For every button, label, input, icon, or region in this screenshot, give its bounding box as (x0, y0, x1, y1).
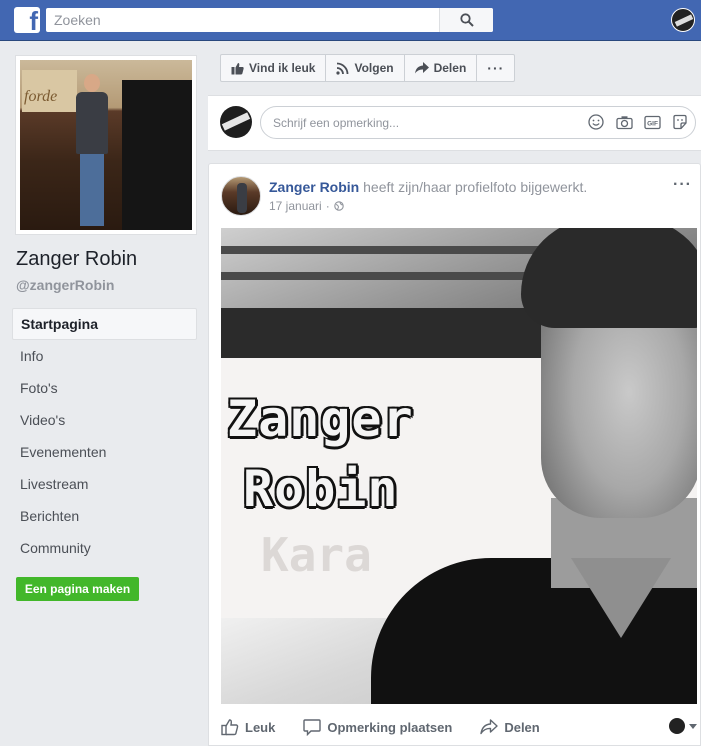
sticker-icon[interactable] (671, 113, 689, 131)
post-comment-label: Opmerking plaatsen (327, 719, 453, 735)
comment-input[interactable] (261, 107, 561, 138)
post-author-link[interactable]: Zanger Robin (269, 179, 359, 195)
rss-icon (336, 62, 349, 75)
post-action-text: heeft zijn/haar profielfoto bijgewerkt. (359, 179, 588, 195)
main-column: Vind ik leuk Volgen Delen ··· GIF (208, 41, 701, 746)
comment-tools: GIF (587, 113, 689, 131)
singer-figure (72, 74, 112, 229)
photo-collar (571, 558, 671, 638)
follow-label: Volgen (354, 61, 394, 75)
post-as-selector[interactable] (669, 718, 697, 734)
search-input[interactable] (46, 8, 446, 32)
nav-item-info[interactable]: Info (12, 340, 197, 372)
comment-composer: GIF (208, 95, 701, 151)
meta-separator: · (325, 199, 330, 213)
more-options-button[interactable]: ··· (477, 55, 514, 81)
comment-field-wrapper: GIF (260, 106, 696, 139)
profile-picture-image: forde (20, 60, 192, 230)
emoji-icon[interactable] (587, 113, 605, 131)
search-box (46, 8, 493, 32)
post-share-button[interactable]: Delen (480, 719, 540, 735)
search-icon (459, 13, 474, 27)
photo-background-text: Kara (261, 528, 372, 582)
post-card: Zanger Robin heeft zijn/haar profielfoto… (208, 163, 701, 746)
photo-caption-line-1: Zanger (227, 390, 414, 448)
svg-text:GIF: GIF (647, 120, 658, 127)
logo-letter: f (29, 7, 38, 33)
post-like-button[interactable]: Leuk (221, 718, 275, 736)
post-action-bar: Leuk Opmerking plaatsen Delen (221, 712, 697, 742)
post-comment-button[interactable]: Opmerking plaatsen (303, 718, 452, 736)
gif-icon[interactable]: GIF (643, 113, 661, 131)
nav-item-videos[interactable]: Video's (12, 404, 197, 436)
follow-button[interactable]: Volgen (326, 55, 405, 81)
page-handle[interactable]: @zangerRobin (16, 277, 114, 293)
chevron-down-icon (689, 723, 697, 729)
facebook-logo-icon[interactable]: f (14, 7, 40, 33)
nav-item-startpagina[interactable]: Startpagina (12, 308, 197, 340)
page-title[interactable]: Zanger Robin (16, 248, 137, 271)
share-arrow-icon (414, 62, 429, 74)
photo-rail (221, 246, 551, 254)
post-share-label: Delen (504, 719, 540, 735)
post-options-button[interactable]: ··· (673, 176, 692, 194)
share-outline-icon (480, 719, 499, 735)
nav-item-fotos[interactable]: Foto's (12, 372, 197, 404)
page-action-bar: Vind ik leuk Volgen Delen ··· (220, 54, 516, 82)
like-page-label: Vind ik leuk (249, 61, 316, 75)
create-page-button[interactable]: Een pagina maken (16, 577, 139, 601)
post-date[interactable]: 17 januari (269, 199, 322, 213)
speaker-stack (122, 80, 192, 230)
photo-caption-line-2: Robin (243, 460, 399, 518)
speech-bubble-icon (303, 719, 322, 736)
nav-item-berichten[interactable]: Berichten (12, 500, 197, 532)
commenter-avatar (220, 106, 252, 138)
left-sidebar: forde Zanger Robin @zangerRobin Startpag… (0, 41, 207, 746)
camera-icon[interactable] (615, 113, 633, 131)
post-meta: 17 januari · (269, 199, 344, 213)
top-bar: f (0, 0, 701, 41)
nav-item-livestream[interactable]: Livestream (12, 468, 197, 500)
globe-icon[interactable] (333, 201, 344, 211)
profile-photo[interactable]: forde (15, 55, 197, 235)
share-page-label: Delen (433, 61, 467, 75)
post-author-avatar[interactable] (221, 176, 261, 216)
photo-rail (221, 272, 551, 280)
nav-item-community[interactable]: Community (12, 532, 197, 564)
thumbs-up-outline-icon (221, 719, 239, 736)
more-dots-icon: ··· (487, 60, 505, 76)
search-button[interactable] (439, 8, 493, 32)
post-photo[interactable]: Kara Zanger Robin (221, 228, 697, 704)
venue-sign: forde (22, 70, 77, 112)
acting-as-avatar (669, 718, 685, 734)
page-nav: Startpagina Info Foto's Video's Evenemen… (12, 308, 197, 564)
like-page-button[interactable]: Vind ik leuk (221, 55, 327, 81)
nav-item-evenementen[interactable]: Evenementen (12, 436, 197, 468)
thumbs-up-icon (231, 62, 244, 74)
account-avatar[interactable] (671, 8, 695, 32)
post-header: Zanger Robin heeft zijn/haar profielfoto… (269, 179, 587, 195)
post-like-label: Leuk (245, 719, 276, 735)
share-page-button[interactable]: Delen (405, 55, 478, 81)
photo-hair (521, 228, 697, 328)
